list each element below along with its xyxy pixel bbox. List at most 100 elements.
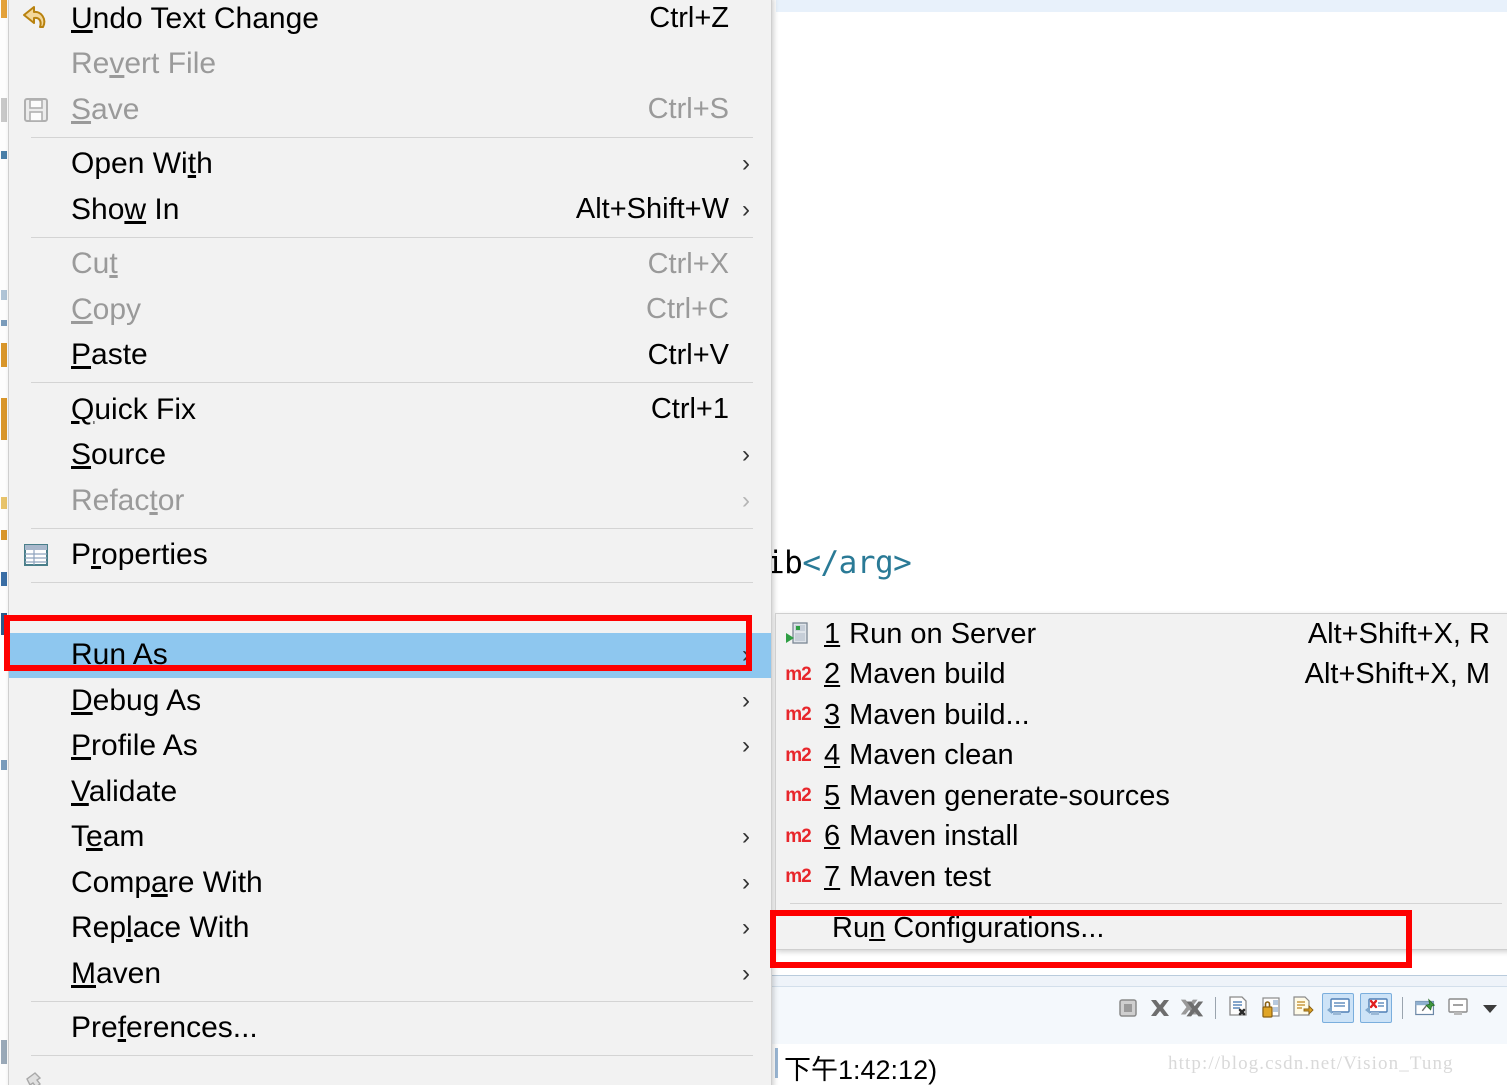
submenu-item-maven-test[interactable]: m2 7 Maven test [776, 857, 1507, 898]
lock-scroll-icon[interactable] [1258, 995, 1284, 1021]
menu-item-compare-with[interactable]: Compare With › [9, 860, 771, 906]
no-icon [9, 726, 63, 766]
menu-item-maven[interactable]: Maven › [9, 951, 771, 997]
menu-item-validate[interactable]: Validate [9, 769, 771, 815]
m2-icon: m2 [785, 704, 811, 726]
no-icon [9, 390, 63, 430]
menu-item-replace-with[interactable]: Replace With › [9, 906, 771, 952]
console-panel [772, 975, 1507, 1044]
submenu-item-maven-build[interactable]: m2 2 Maven build Alt+Shift+X, M [776, 655, 1507, 696]
menu-item-quick-fix[interactable]: Quick Fix Ctrl+1 [9, 387, 771, 433]
clear-console-icon[interactable] [1226, 995, 1252, 1021]
chevron-right-icon: › [742, 732, 750, 760]
show-console-on-error-icon[interactable] [1360, 993, 1392, 1023]
menu-item-accel: Ctrl+1 [650, 393, 729, 426]
no-icon [9, 1008, 63, 1048]
menu-item-undo-text-change[interactable]: Undo Text Change Ctrl+Z [9, 0, 771, 42]
submenu-item-label: Maven generate-sources [849, 779, 1170, 812]
submenu-item-number: 6 [824, 820, 841, 853]
remove-launch-icon[interactable] [1147, 995, 1173, 1021]
menu-item-accel: Alt+Shift+W [575, 193, 729, 226]
status-bar-accent [775, 1048, 778, 1078]
submenu-item-run-configurations[interactable]: Run Configurations... [776, 909, 1507, 950]
word-wrap-icon[interactable] [1290, 995, 1316, 1021]
menu-item-remove-from-context[interactable] [9, 1060, 771, 1085]
menu-item-open-selection[interactable] [9, 587, 771, 633]
menu-item-revert-file[interactable]: Revert File [9, 42, 771, 88]
menu-item-debug-as[interactable]: Debug As › [9, 678, 771, 724]
menu-item-accel: Ctrl+Z [649, 2, 729, 35]
chevron-right-icon: › [742, 641, 750, 669]
submenu-item-number: 3 [824, 698, 841, 731]
chevron-right-icon: › [742, 441, 750, 469]
screenshot-root: ib</arg> 下午1:42:12) http://blog.csdn.net… [0, 0, 1507, 1085]
submenu-separator [790, 902, 1502, 904]
menu-item-accel: Ctrl+C [646, 293, 729, 326]
menu-item-open-with[interactable]: Open With › [9, 142, 771, 188]
toolbar-separator-2 [1402, 997, 1403, 1019]
properties-icon [9, 535, 63, 575]
chevron-right-icon: › [742, 195, 750, 223]
menu-item-show-in[interactable]: Show In Alt+Shift+W › [9, 187, 771, 233]
submenu-item-maven-generate-sources[interactable]: m2 5 Maven generate-sources [776, 776, 1507, 817]
show-console-on-output-icon[interactable] [1322, 993, 1354, 1023]
menu-separator [31, 136, 753, 138]
menu-item-accel: Ctrl+S [647, 93, 729, 126]
toolbar-separator [1215, 997, 1216, 1019]
menu-item-refactor[interactable]: Refactor › [9, 478, 771, 524]
run-as-submenu: 1 Run on Server Alt+Shift+X, R m2 2 Mave… [775, 613, 1507, 950]
undo-icon [9, 0, 63, 39]
pin-console-icon[interactable] [1413, 995, 1439, 1021]
submenu-item-number: 7 [824, 860, 841, 893]
view-menu-icon[interactable] [1477, 995, 1503, 1021]
menu-item-cut[interactable]: Cut Ctrl+X [9, 242, 771, 288]
menu-item-label: Debug As [71, 683, 202, 717]
menu-item-label: Show In [71, 192, 180, 226]
code-close-tag: </arg> [802, 545, 912, 581]
remove-all-terminated-icon[interactable] [1179, 995, 1205, 1021]
menu-separator [31, 582, 753, 583]
menu-item-source[interactable]: Source › [9, 433, 771, 479]
menu-item-label: Quick Fix [71, 392, 197, 426]
remove-from-context-icon [9, 1063, 63, 1085]
submenu-item-number: 4 [824, 739, 841, 772]
run-on-server-icon [776, 618, 820, 650]
menu-item-paste[interactable]: Paste Ctrl+V [9, 333, 771, 379]
menu-item-properties[interactable]: Properties [9, 533, 771, 579]
menu-item-team[interactable]: Team › [9, 815, 771, 861]
menu-item-label: Cut [71, 247, 118, 281]
menu-item-accel: Ctrl+V [647, 338, 729, 371]
submenu-item-label: Maven install [849, 820, 1019, 853]
menu-item-profile-as[interactable]: Profile As › [9, 724, 771, 770]
no-icon [9, 817, 63, 857]
chevron-right-icon: › [742, 486, 750, 514]
submenu-item-maven-install[interactable]: m2 6 Maven install [776, 817, 1507, 858]
display-selected-console-icon[interactable] [1445, 995, 1471, 1021]
submenu-item-maven-clean[interactable]: m2 4 Maven clean [776, 736, 1507, 777]
menu-item-label: Copy [71, 292, 142, 326]
background-left-sliver [0, 0, 8, 1085]
no-icon [9, 635, 63, 675]
watermark-text: http://blog.csdn.net/Vision_Tung [1168, 1053, 1454, 1074]
menu-separator [31, 1055, 753, 1056]
menu-item-save[interactable]: Save Ctrl+S [9, 87, 771, 133]
submenu-item-maven-build-dialog[interactable]: m2 3 Maven build... [776, 695, 1507, 736]
menu-item-run-as[interactable]: Run As › [9, 632, 771, 678]
menu-item-label: Run As [71, 638, 168, 672]
no-icon [9, 772, 63, 812]
menu-item-copy[interactable]: Copy Ctrl+C [9, 287, 771, 333]
submenu-item-run-on-server[interactable]: 1 Run on Server Alt+Shift+X, R [776, 614, 1507, 655]
menu-item-label: Properties [71, 538, 208, 572]
menu-item-preferences[interactable]: Preferences... [9, 1006, 771, 1052]
no-icon [9, 435, 63, 475]
no-icon [9, 908, 63, 948]
menu-item-accel: Ctrl+X [647, 247, 729, 280]
submenu-item-label: Run Configurations... [832, 912, 1105, 945]
editor-top-band [776, 0, 1507, 12]
no-icon [9, 144, 63, 184]
menu-item-label: Preferences... [71, 1011, 258, 1045]
submenu-item-number: 2 [824, 658, 841, 691]
menu-separator [31, 527, 753, 529]
chevron-right-icon: › [742, 868, 750, 896]
terminate-icon[interactable] [1115, 995, 1141, 1021]
